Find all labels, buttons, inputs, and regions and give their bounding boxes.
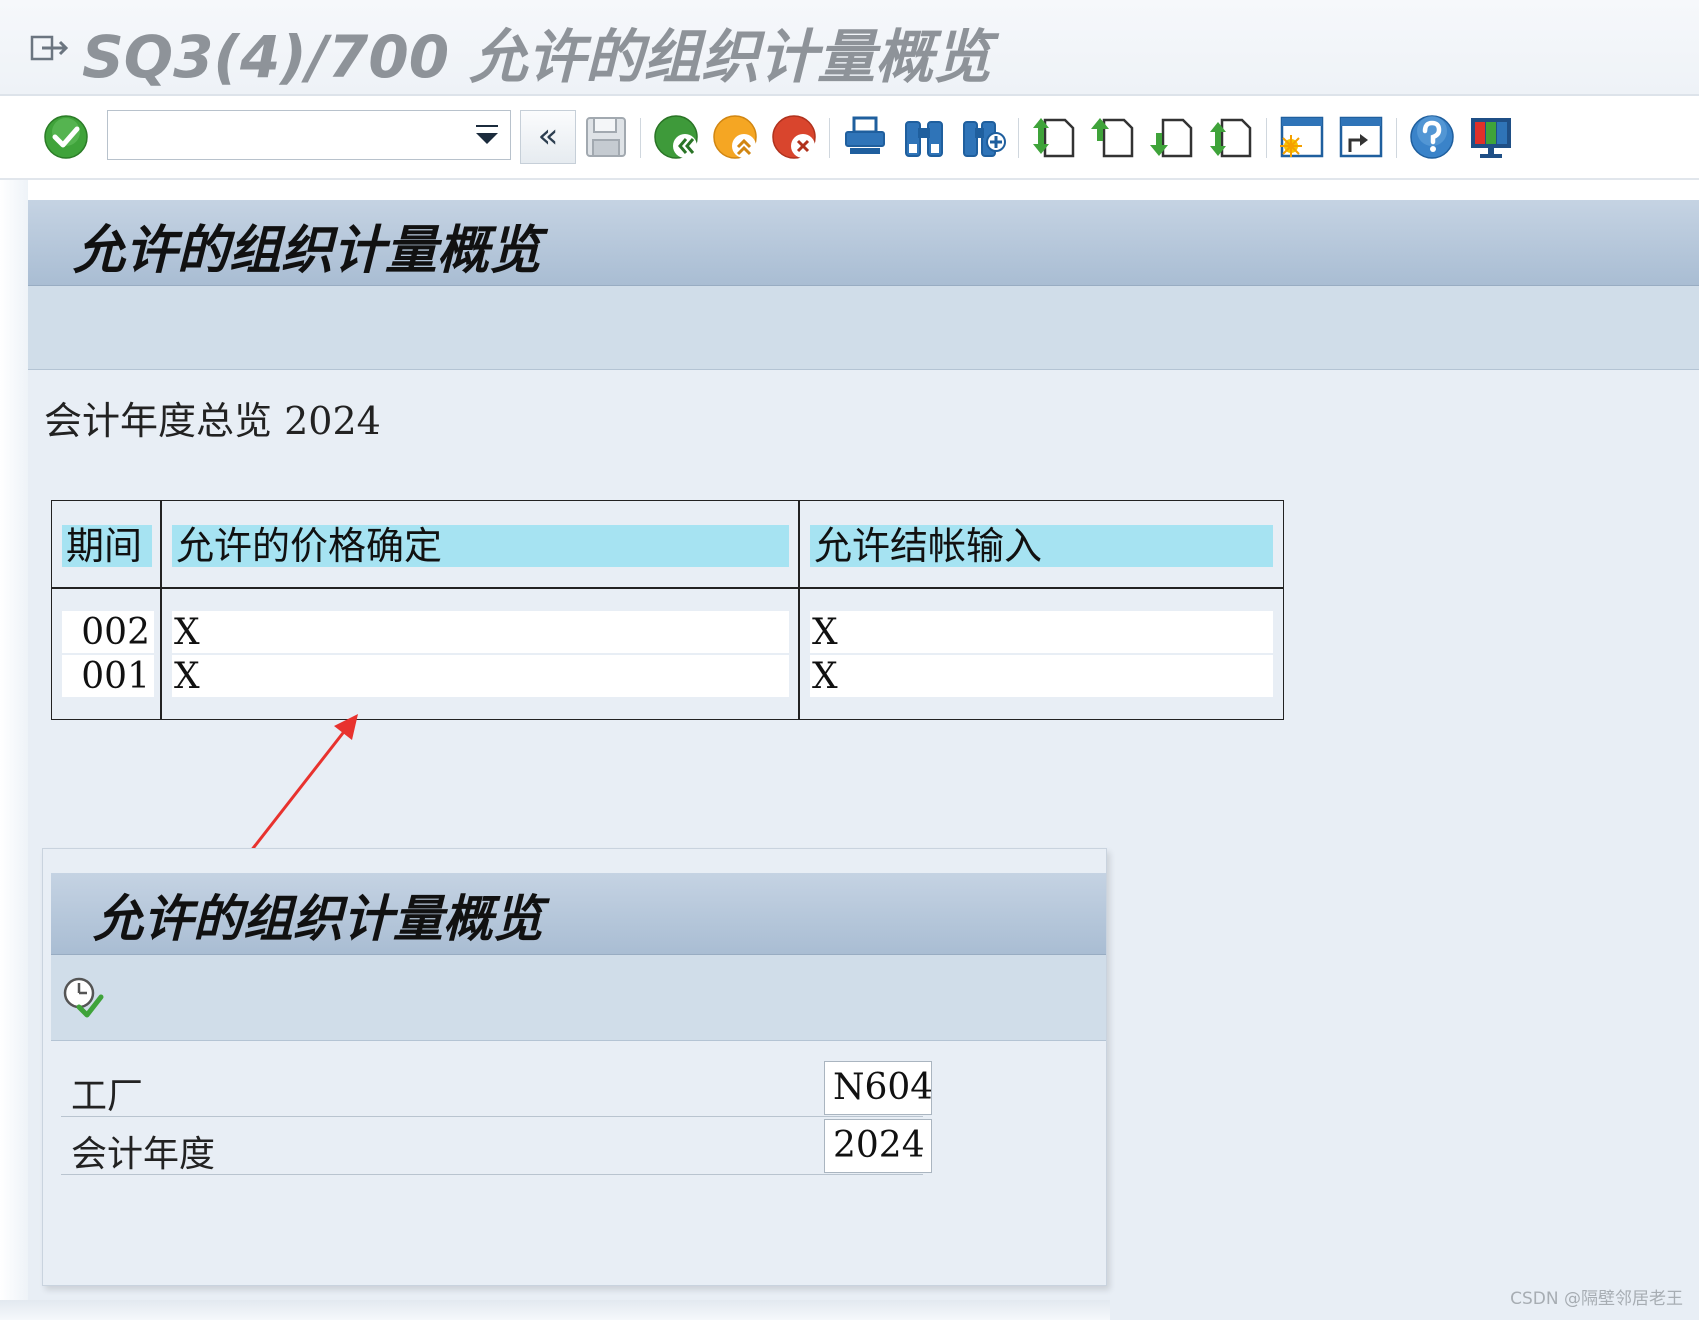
toolbar-separator [640, 118, 641, 158]
title-bar: SQ3(4)/700 允许的组织计量概览 [0, 0, 1699, 96]
annotation-arrow [245, 714, 358, 857]
column-header-price-determination[interactable]: 允许的价格确定 [172, 525, 789, 567]
enter-icon[interactable] [43, 114, 89, 160]
column-header-period[interactable]: 期间 [62, 525, 152, 567]
table-cell-price-determination[interactable]: X [172, 611, 789, 653]
standard-toolbar: « [0, 96, 1699, 180]
dropdown-bar [476, 125, 498, 127]
find-next-icon[interactable] [960, 114, 1006, 160]
command-field[interactable] [107, 110, 511, 160]
fiscal-year-overview: 会计年度总览 2024 [44, 390, 381, 445]
window-title: SQ3(4)/700 允许的组织计量概览 [82, 23, 992, 91]
save-icon[interactable] [583, 114, 629, 160]
header-divider [52, 587, 1283, 589]
column-header-closing-entry[interactable]: 允许结帐输入 [810, 525, 1273, 567]
column-divider [160, 501, 162, 719]
period-table: 期间 允许的价格确定 允许结帐输入 002 X X 001 X X [51, 500, 1284, 720]
table-cell-price-determination[interactable]: X [172, 655, 789, 697]
selection-screen-header: 允许的组织计量概览 [51, 873, 1106, 955]
fiscal-year-input[interactable]: 2024 [824, 1119, 932, 1173]
command-input[interactable] [114, 117, 458, 155]
screen-header: 允许的组织计量概览 [28, 200, 1699, 286]
fiscal-year-field-label: 会计年度 [71, 1134, 216, 1175]
fiscal-year-label: 会计年度总览 [44, 399, 273, 443]
find-icon[interactable] [901, 114, 947, 160]
menu-icon[interactable] [30, 33, 70, 63]
collapse-command-button[interactable]: « [520, 110, 576, 164]
plant-label: 工厂 [71, 1076, 144, 1117]
table-cell-closing-entry[interactable]: X [810, 611, 1273, 653]
toolbar-separator [1018, 118, 1019, 158]
create-session-icon[interactable] [1279, 114, 1325, 160]
screen-title: 允许的组织计量概览 [73, 220, 542, 281]
left-border-strip [0, 180, 28, 1320]
last-page-icon[interactable] [1208, 114, 1254, 160]
bottom-edge [0, 1300, 1110, 1320]
help-icon[interactable] [1409, 114, 1455, 160]
table-cell-closing-entry[interactable]: X [810, 655, 1273, 697]
watermark: CSDN @隔壁邻居老王 [1510, 1289, 1683, 1309]
column-divider [798, 501, 800, 719]
first-page-icon[interactable] [1031, 114, 1077, 160]
plant-field-row: 工厂 N604 [61, 1059, 932, 1117]
shortcut-icon[interactable] [1338, 114, 1384, 160]
table-cell-period[interactable]: 002 [62, 611, 154, 653]
previous-page-icon[interactable] [1090, 114, 1136, 160]
execute-icon[interactable] [61, 975, 105, 1019]
fiscal-year-field-row: 会计年度 2024 [61, 1117, 932, 1175]
back-icon[interactable] [653, 114, 699, 160]
selection-screen-toolbar [51, 955, 1106, 1041]
toolbar-separator [829, 118, 830, 158]
cancel-icon[interactable] [771, 114, 817, 160]
exit-icon[interactable] [712, 114, 758, 160]
plant-input[interactable]: N604 [824, 1061, 932, 1115]
selection-screen-panel: 允许的组织计量概览 工厂 N604 会计年度 2024 [42, 848, 1107, 1286]
chevron-down-icon[interactable] [476, 133, 498, 144]
fiscal-year-value: 2024 [284, 399, 381, 443]
toolbar-separator [1396, 118, 1397, 158]
toolbar-separator [1266, 118, 1267, 158]
application-toolbar [28, 286, 1699, 370]
table-cell-period[interactable]: 001 [62, 655, 154, 697]
print-icon[interactable] [842, 114, 888, 160]
selection-screen-title: 允许的组织计量概览 [93, 889, 543, 948]
next-page-icon[interactable] [1149, 114, 1195, 160]
customize-layout-icon[interactable] [1468, 114, 1514, 160]
